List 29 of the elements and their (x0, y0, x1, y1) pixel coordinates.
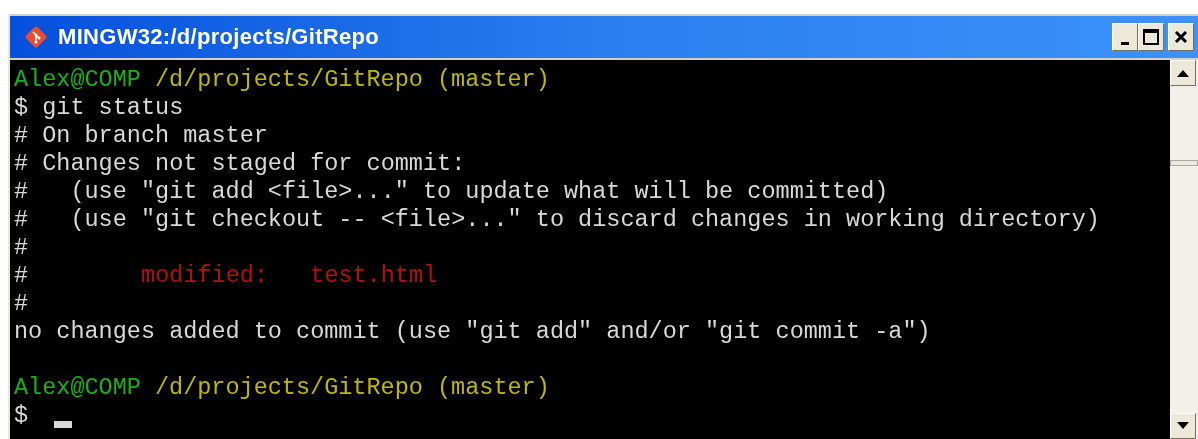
scroll-thumb[interactable] (1170, 160, 1198, 166)
terminal-text: # Changes not staged for commit: (14, 150, 466, 178)
up-triangle-icon (1177, 69, 1189, 77)
terminal-text: # (use "git checkout -- <file>..." to discard changes in working directory) (14, 206, 1100, 234)
minimize-button[interactable] (1112, 23, 1138, 51)
down-triangle-icon (1177, 422, 1189, 430)
terminal-text: # (14, 290, 29, 318)
prompt-path: /d/projects/GitRepo (master) (154, 66, 550, 94)
terminal-text: # (14, 262, 29, 290)
terminal-text: # On branch master (14, 122, 268, 150)
scroll-up-button[interactable] (1170, 60, 1196, 86)
terminal-text: no changes added to commit (use "git add" and/or "git commit -a") (14, 318, 931, 346)
prompt-user: Alex@COMP (14, 374, 141, 402)
maximize-icon (1142, 28, 1160, 46)
terminal-text: $ git status (14, 94, 184, 122)
minimize-icon (1121, 41, 1129, 45)
close-icon (1173, 29, 1189, 45)
scroll-down-button[interactable] (1170, 413, 1196, 439)
close-button[interactable] (1168, 23, 1194, 51)
text-cursor (54, 421, 73, 428)
terminal-text: # (14, 234, 29, 262)
prompt-path: /d/projects/GitRepo (master) (154, 374, 550, 402)
terminal-text: # (use "git add <file>..." to update what will be committed) (14, 178, 889, 206)
scrollbar[interactable] (1170, 60, 1198, 439)
window-title: MINGW32:/d/projects/GitRepo (58, 24, 380, 50)
maximize-button[interactable] (1138, 23, 1164, 51)
prompt-user: Alex@COMP (14, 66, 141, 94)
terminal-text: $ (14, 402, 29, 430)
modified-file-text: modified: test.html (141, 262, 438, 290)
